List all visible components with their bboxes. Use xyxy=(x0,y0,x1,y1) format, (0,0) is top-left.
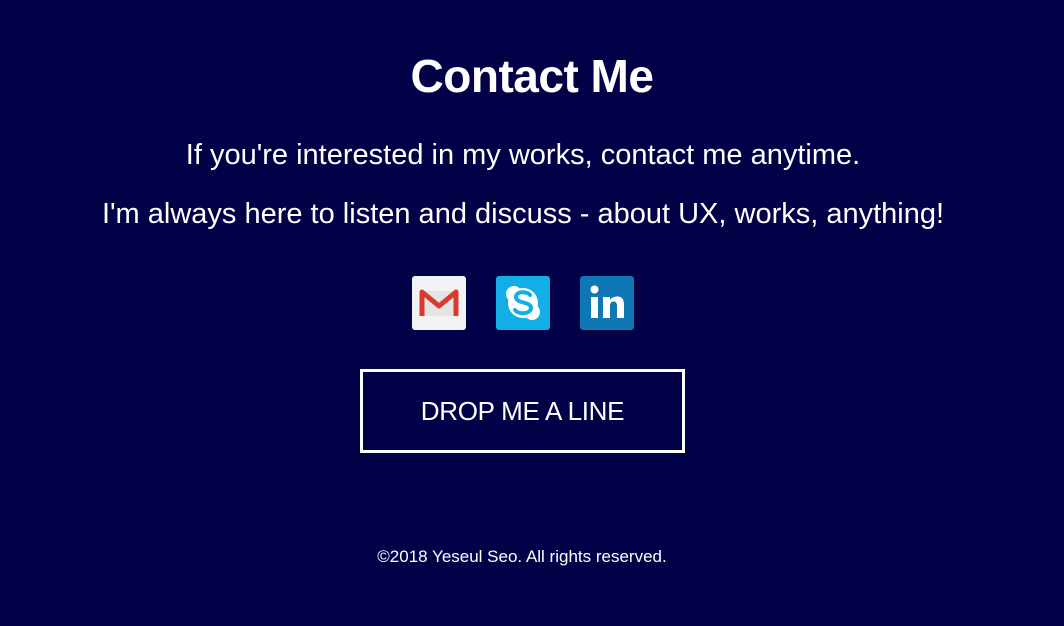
footer-copyright: ©2018 Yeseul Seo. All rights reserved. xyxy=(377,547,667,566)
linkedin-icon xyxy=(590,285,624,318)
intro-line-2: I'm always here to listen and discuss - … xyxy=(101,198,945,230)
drop-me-a-line-button[interactable]: DROP ME A LINE xyxy=(360,369,685,453)
gmail-link[interactable] xyxy=(412,276,466,330)
gmail-icon xyxy=(419,289,459,316)
skype-link[interactable] xyxy=(496,276,550,330)
page-title: Contact Me xyxy=(410,50,654,102)
social-links xyxy=(412,276,634,330)
linkedin-link[interactable] xyxy=(580,276,634,330)
skype-icon xyxy=(506,286,540,320)
contact-section: Contact Me If you're interested in my wo… xyxy=(0,0,1064,626)
intro-line-1: If you're interested in my works, contac… xyxy=(185,139,861,171)
